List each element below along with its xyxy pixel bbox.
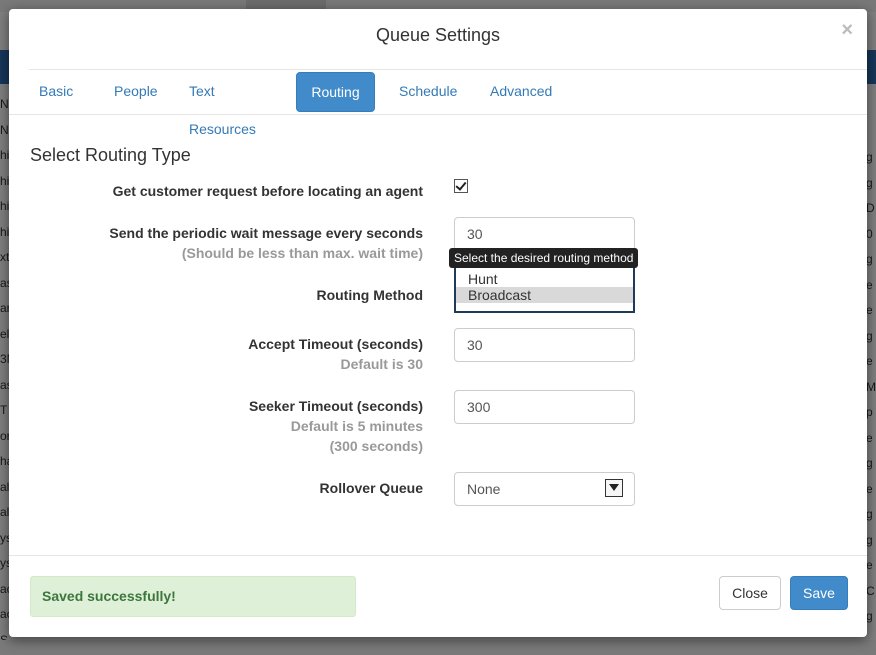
tab-schedule[interactable]: Schedule: [387, 72, 469, 112]
tab-people[interactable]: People: [102, 72, 170, 112]
chevron-down-icon[interactable]: [605, 479, 623, 497]
footer-divider: [9, 555, 867, 556]
rollover-queue-value: None: [467, 481, 501, 497]
close-icon[interactable]: ×: [841, 19, 853, 42]
save-button[interactable]: Save: [790, 576, 848, 610]
customer-request-label: Get customer request before locating an …: [112, 183, 423, 199]
accept-timeout-hint: Default is 30: [340, 356, 423, 372]
wait-message-hint: (Should be less than max. wait time): [181, 245, 423, 261]
wait-message-input[interactable]: 30: [454, 217, 635, 251]
accept-timeout-input[interactable]: 30: [454, 328, 635, 362]
tab-routing[interactable]: Routing: [296, 72, 375, 112]
seeker-timeout-input[interactable]: 300: [454, 390, 635, 424]
rollover-queue-select[interactable]: None: [454, 472, 635, 506]
status-alert: Saved successfully!: [30, 576, 356, 617]
routing-option-hunt[interactable]: Hunt: [456, 271, 633, 287]
wait-message-label: Send the periodic wait message every sec…: [109, 225, 423, 241]
routing-method-label: Routing Method: [316, 287, 423, 303]
routing-option-broadcast[interactable]: Broadcast: [456, 287, 633, 303]
checkmark-icon: [455, 179, 467, 191]
header-divider: [29, 69, 867, 70]
tab-advanced[interactable]: Advanced: [478, 72, 564, 112]
modal-header: Queue Settings ×: [9, 9, 867, 69]
section-title: Select Routing Type: [30, 145, 191, 165]
queue-settings-modal: Queue Settings × Basic People Text Resou…: [9, 9, 867, 637]
close-button[interactable]: Close: [719, 576, 781, 610]
seeker-timeout-hint: Default is 5 minutes: [290, 418, 423, 434]
tab-basic[interactable]: Basic: [27, 72, 85, 112]
accept-timeout-label: Accept Timeout (seconds): [248, 336, 423, 352]
modal-title: Queue Settings: [375, 25, 501, 45]
seeker-timeout-hint-seconds: (300 seconds): [329, 438, 423, 454]
rollover-queue-label: Rollover Queue: [319, 480, 423, 496]
seeker-timeout-label: Seeker Timeout (seconds): [248, 398, 423, 414]
tab-text-resources[interactable]: Text Resources: [177, 72, 268, 137]
customer-request-checkbox[interactable]: [454, 179, 468, 193]
routing-method-tooltip: Select the desired routing method: [449, 248, 639, 268]
tabs-divider: [9, 114, 867, 115]
routing-method-listbox[interactable]: Hunt Broadcast: [454, 263, 635, 313]
